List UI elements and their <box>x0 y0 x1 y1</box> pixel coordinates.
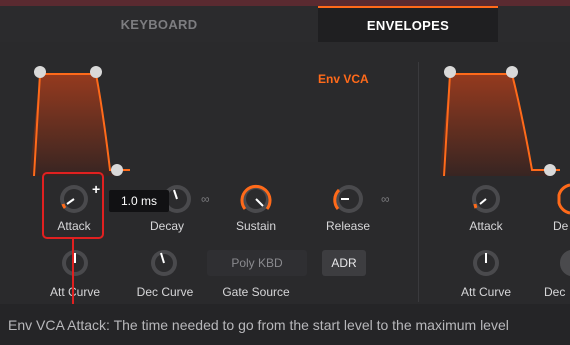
right-att-curve-label: Att Curve <box>460 285 511 299</box>
value-tooltip: 1.0 ms <box>109 190 169 212</box>
attack-label: Attack <box>57 219 91 233</box>
right-dec-curve-knob[interactable] <box>558 248 570 278</box>
tab-keyboard[interactable]: KEYBOARD <box>0 6 318 42</box>
decay-handle <box>90 66 102 78</box>
attack-handle <box>34 66 46 78</box>
env-right-graph[interactable] <box>440 66 570 176</box>
adr-mode-button[interactable]: ADR <box>322 250 366 276</box>
sustain-label: Sustain <box>235 219 277 233</box>
sustain-knob[interactable] <box>239 182 273 216</box>
decay-label: Decay <box>149 219 184 233</box>
right-attack-knob[interactable] <box>469 182 503 216</box>
att-curve-label: Att Curve <box>49 285 100 299</box>
env-vca-title: Env VCA <box>318 72 369 86</box>
status-text: Env VCA Attack: The time needed to go fr… <box>8 316 509 333</box>
release-label: Release <box>325 219 371 233</box>
env-vca-graph[interactable] <box>30 66 130 176</box>
tab-bar: KEYBOARD ENVELOPES <box>0 6 570 42</box>
tab-overflow[interactable] <box>500 6 570 42</box>
link-icon[interactable]: ∞ <box>381 192 390 206</box>
tab-envelopes[interactable]: ENVELOPES <box>318 6 498 42</box>
release-knob[interactable] <box>332 182 366 216</box>
attack-handle <box>444 66 456 78</box>
gate-source-label: Gate Source <box>222 285 290 299</box>
dec-curve-knob[interactable] <box>149 248 179 278</box>
right-decay-label: De <box>553 219 569 233</box>
right-dec-curve-label: Dec <box>544 285 566 299</box>
right-attack-label: Attack <box>469 219 503 233</box>
release-handle <box>111 164 123 176</box>
status-bar: Env VCA Attack: The time needed to go fr… <box>0 304 570 345</box>
gate-source-selector[interactable]: Poly KBD <box>207 250 307 276</box>
right-att-curve-knob[interactable] <box>471 248 501 278</box>
link-icon[interactable]: ∞ <box>201 192 210 206</box>
release-handle <box>544 164 556 176</box>
section-divider <box>418 62 419 302</box>
right-decay-knob[interactable] <box>556 182 570 216</box>
att-curve-knob[interactable] <box>60 248 90 278</box>
dec-curve-label: Dec Curve <box>136 285 194 299</box>
decay-handle <box>506 66 518 78</box>
